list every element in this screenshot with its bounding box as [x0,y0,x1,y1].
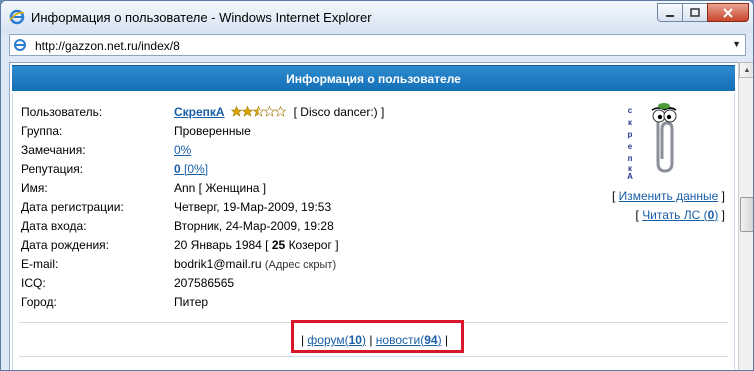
svg-text:с: с [628,106,633,115]
name-label: Имя: [21,181,48,195]
rating-stars-icon [230,106,287,117]
svg-text:р: р [628,130,633,139]
last-login-value: Вторник, 24-Мар-2009, 19:28 [174,219,334,233]
page-icon [14,39,26,51]
group-label: Группа: [21,124,63,138]
icq-value: 207586565 [174,276,235,290]
minimize-icon [666,14,674,17]
window-controls [657,3,749,23]
name-value: Ann [ Женщина ] [174,181,267,195]
avatar: с к р е п к А [618,101,682,181]
warnings-link[interactable]: 0% [174,143,191,157]
address-bar[interactable]: http://gazzon.net.ru/index/8 ▼ [9,34,746,56]
title-bar[interactable]: Информация о пользователе - Windows Inte… [1,1,753,33]
address-url[interactable]: http://gazzon.net.ru/index/8 [35,39,180,53]
user-status: [ Disco dancer:) ] [293,105,385,119]
reputation-label: Репутация: [21,162,84,176]
paperclip-avatar-icon: с к р е п к А [627,103,677,181]
scroll-up-arrow-icon[interactable]: ▲ [739,62,753,78]
svg-text:е: е [628,142,633,151]
close-button[interactable] [707,3,749,22]
registered-value: Четверг, 19-Мар-2009, 19:53 [174,200,332,214]
edit-profile-link[interactable]: Изменить данные [619,189,719,203]
email-value: bodrik1@mail.ru (Адрес скрыт) [174,257,337,271]
last-login-label: Дата входа: [21,219,87,233]
page-content: Информация о пользователе Пользователь: … [9,62,738,370]
user-label: Пользователь: [21,105,103,119]
ie-window: Информация о пользователе - Windows Inte… [0,0,754,371]
email-label: E-mail: [21,257,59,271]
email-hidden-note: (Адрес скрыт) [264,259,337,271]
user-value: СкрепкА [ Disco dancer:) ] [174,103,384,121]
birthday-value: 20 Январь 1984 [ 25 Козерог ] [174,238,339,252]
read-pm-item: [ Читать ЛС (0) ] [635,208,725,222]
vertical-scrollbar[interactable]: ▲ [738,62,753,370]
close-icon [723,7,733,18]
city-value: Питер [174,295,209,309]
reputation-link[interactable]: 0 [0%] [174,162,208,176]
warnings-label: Замечания: [21,143,86,157]
svg-text:п: п [628,154,633,163]
maximize-button[interactable] [682,3,708,22]
page-header: Информация о пользователе [12,65,735,91]
red-highlight-box [291,320,464,353]
ie-logo-icon [9,9,25,25]
svg-text:А: А [627,172,633,179]
icq-label: ICQ: [21,276,46,290]
edit-profile-item: [ Изменить данные ] [611,189,725,203]
read-pm-link[interactable]: Читать ЛС (0) [642,208,718,222]
group-value: Проверенные [174,124,251,138]
city-label: Город: [21,295,57,309]
birthday-label: Дата рождения: [21,238,109,252]
svg-text:к: к [628,118,633,127]
divider-bottom [19,356,728,357]
dropdown-arrow-icon[interactable]: ▼ [732,39,741,49]
maximize-icon [690,7,700,17]
scroll-thumb[interactable] [740,197,753,232]
username-link[interactable]: СкрепкА [174,105,225,119]
side-links: [ Изменить данные ] [ Читать ЛС (0) ] [593,187,725,225]
minimize-button[interactable] [657,3,683,22]
age-value: 25 [271,238,286,252]
registered-label: Дата регистрации: [21,200,124,214]
window-title: Информация о пользователе - Windows Inte… [31,10,372,25]
